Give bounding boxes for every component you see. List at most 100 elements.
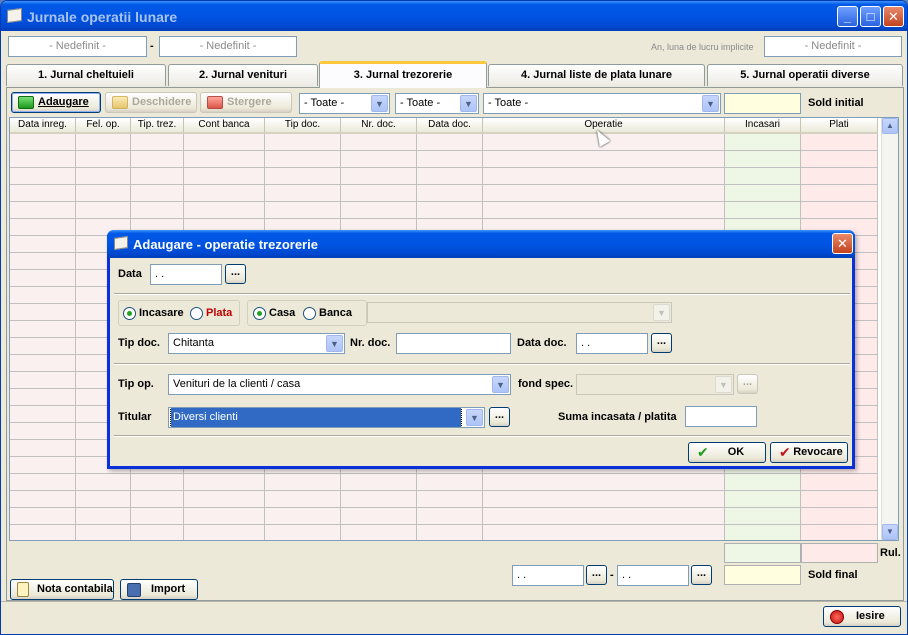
column-header[interactable]: Cont banca — [184, 118, 265, 134]
tip-doc-label: Tip doc. — [118, 337, 160, 349]
minimize-button[interactable]: _ — [837, 6, 858, 27]
casa-radio[interactable]: Casa — [253, 307, 295, 320]
window-title: Jurnale operatii lunare — [27, 9, 178, 25]
exit-label: Iesire — [856, 610, 885, 622]
floppy-disk-icon — [127, 583, 141, 597]
filter-date-to-field[interactable]: . . — [617, 565, 689, 586]
close-button[interactable]: ✕ — [883, 6, 904, 27]
app-icon — [7, 7, 22, 24]
fond-spec-browse-button[interactable]: ... — [737, 374, 758, 394]
period-from-field[interactable]: - Nedefinit - — [8, 36, 147, 57]
add-treasury-dialog: Adaugare - operatie trezorerie ✕ Data . … — [107, 230, 855, 469]
titular-label: Titular — [118, 411, 152, 423]
clipboard-icon — [17, 582, 29, 597]
grid-scrollbar[interactable]: ▲ ▼ — [881, 118, 898, 540]
tab-jurnal-cheltuieli[interactable]: 1. Jurnal cheltuieli — [6, 64, 166, 86]
fond-spec-select[interactable]: ▼ — [576, 374, 734, 395]
data-doc-field[interactable]: . . — [576, 333, 648, 354]
chevron-down-icon[interactable]: ▼ — [460, 95, 477, 112]
cancel-button-label: Revocare — [793, 446, 843, 458]
filter-date-from-field[interactable]: . . — [512, 565, 584, 586]
chevron-down-icon[interactable]: ▼ — [715, 376, 732, 393]
delete-button[interactable]: Stergere — [200, 92, 292, 113]
ok-button[interactable]: ✔ OK — [688, 442, 766, 463]
add-button[interactable]: Adaugare — [11, 92, 101, 113]
data-field[interactable]: . . — [150, 264, 222, 285]
scroll-down-icon[interactable]: ▼ — [882, 524, 898, 540]
plata-radio[interactable]: Plata — [190, 307, 232, 320]
column-header[interactable]: Fel. op. — [76, 118, 131, 134]
bank-account-select[interactable]: ▼ — [367, 302, 672, 323]
sold-initial-label: Sold initial — [808, 97, 864, 109]
work-month-label: An, luna de lucru implicite — [651, 42, 754, 52]
grid-column[interactable] — [10, 134, 76, 540]
tip-op-label: Tip op. — [118, 378, 154, 390]
cancel-check-icon: ✔ — [779, 444, 791, 460]
scroll-up-icon[interactable]: ▲ — [882, 118, 898, 134]
filter-1-value: - Toate - — [304, 97, 345, 109]
period-to-field[interactable]: - Nedefinit - — [159, 36, 297, 57]
date-from-browse-button[interactable]: ... — [586, 565, 607, 585]
sold-final-label: Sold final — [808, 569, 858, 581]
column-header[interactable]: Incasari — [725, 118, 801, 134]
filter-3-select[interactable]: - Toate - ▼ — [483, 93, 721, 114]
open-button-label: Deschidere — [132, 96, 192, 108]
sold-final-field — [724, 565, 801, 585]
tab-jurnal-trezorerie[interactable]: 3. Jurnal trezorerie — [319, 61, 487, 88]
incasare-radio[interactable]: Incasare — [123, 307, 184, 320]
suma-label: Suma incasata / platita — [558, 411, 677, 423]
nota-contabila-button[interactable]: Nota contabila — [10, 579, 114, 600]
maximize-button[interactable]: □ — [860, 6, 881, 27]
exit-button[interactable]: Iesire — [823, 606, 901, 627]
dialog-separator — [114, 435, 850, 437]
titular-browse-button[interactable]: ... — [489, 407, 510, 427]
column-header[interactable]: Tip. trez. — [131, 118, 184, 134]
chevron-down-icon[interactable]: ▼ — [326, 335, 343, 352]
rulaj-incasari-total — [724, 543, 801, 563]
folder-add-icon — [18, 96, 34, 109]
filter-2-select[interactable]: - Toate - ▼ — [395, 93, 479, 114]
chevron-down-icon[interactable]: ▼ — [702, 95, 719, 112]
power-icon — [830, 610, 844, 624]
dialog-title: Adaugare - operatie trezorerie — [133, 237, 318, 252]
tab-jurnal-venituri[interactable]: 2. Jurnal venituri — [168, 64, 318, 86]
dialog-close-button[interactable]: ✕ — [832, 233, 853, 254]
folder-open-icon — [112, 96, 128, 109]
import-button[interactable]: Import — [120, 579, 198, 600]
nr-doc-field[interactable] — [396, 333, 511, 354]
dialog-separator — [114, 363, 850, 365]
suma-field[interactable] — [685, 406, 757, 427]
tip-op-select[interactable]: Venituri de la clienti / casa ▼ — [168, 374, 511, 395]
titular-select[interactable]: Diversi clienti ▼ — [168, 407, 485, 428]
data-browse-button[interactable]: ... — [225, 264, 246, 284]
import-label: Import — [151, 583, 186, 595]
rulaj-label: Rul. — [880, 547, 901, 559]
tab-jurnal-liste-plata[interactable]: 4. Jurnal liste de plata lunare — [488, 64, 705, 86]
data-doc-label: Data doc. — [517, 337, 567, 349]
filter-1-select[interactable]: - Toate - ▼ — [299, 93, 390, 114]
column-header[interactable]: Data inreg. — [10, 118, 76, 134]
column-header[interactable]: Data doc. — [417, 118, 483, 134]
tab-jurnal-operatii-diverse[interactable]: 5. Jurnal operatii diverse — [707, 64, 903, 86]
column-header[interactable]: Plati — [801, 118, 878, 134]
dialog-title-bar[interactable]: Adaugare - operatie trezorerie ✕ — [107, 230, 855, 258]
data-doc-browse-button[interactable]: ... — [651, 333, 672, 353]
column-header[interactable]: Tip doc. — [265, 118, 341, 134]
period-separator: - — [150, 40, 154, 52]
tip-doc-select[interactable]: Chitanta ▼ — [168, 333, 345, 354]
chevron-down-icon[interactable]: ▼ — [492, 376, 509, 393]
column-header[interactable]: Nr. doc. — [341, 118, 417, 134]
title-bar[interactable]: Jurnale operatii lunare _ □ ✕ — [1, 1, 907, 31]
ok-button-label: OK — [727, 446, 745, 458]
chevron-down-icon[interactable]: ▼ — [653, 304, 670, 321]
work-month-field[interactable]: - Nedefinit - — [764, 36, 902, 57]
banca-radio[interactable]: Banca — [303, 307, 352, 320]
date-to-browse-button[interactable]: ... — [691, 565, 712, 585]
open-button[interactable]: Deschidere — [105, 92, 197, 113]
chevron-down-icon[interactable]: ▼ — [371, 95, 388, 112]
check-icon: ✔ — [697, 444, 709, 460]
cancel-button[interactable]: ✔ Revocare — [770, 442, 848, 463]
chevron-down-icon[interactable]: ▼ — [466, 409, 483, 426]
sold-initial-field — [724, 93, 801, 114]
nota-contabila-label: Nota contabila — [37, 583, 113, 595]
